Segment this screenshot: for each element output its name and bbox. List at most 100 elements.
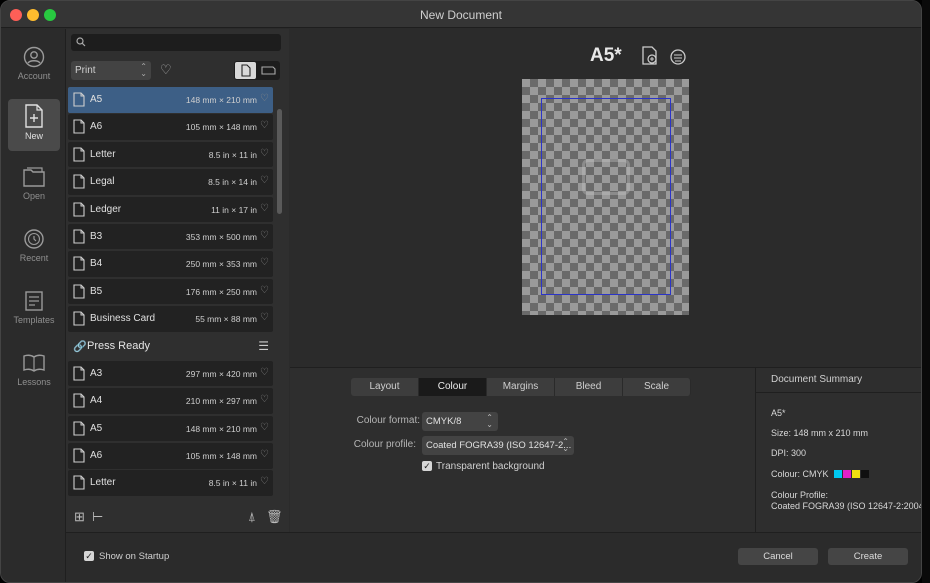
show-on-startup-label: Show on Startup <box>99 551 170 562</box>
colour-profile-value: Coated FOGRA39 (ISO 12647-2... <box>426 440 572 451</box>
document-icon <box>73 448 85 466</box>
list-item[interactable]: A4 210 mm × 297 mm ♡ <box>68 388 273 414</box>
heart-icon[interactable]: ♡ <box>260 120 269 131</box>
nav-item-templates[interactable]: Templates <box>8 285 60 337</box>
nav-item-lessons[interactable]: Lessons <box>8 347 60 399</box>
list-item[interactable]: B3 353 mm × 500 mm ♡ <box>68 223 273 250</box>
show-on-startup-checkbox[interactable]: ✓ <box>84 551 94 561</box>
heart-icon[interactable]: ♡ <box>260 449 269 460</box>
section-header-press-ready[interactable]: 🔗 Press Ready ☰ <box>68 333 273 360</box>
preset-name: A5 <box>90 422 103 434</box>
tab-margins[interactable]: Margins <box>487 378 555 396</box>
preset-dimensions: 8.5 in × 11 in <box>208 478 257 489</box>
list-item[interactable]: Ledger 11 in × 17 in ♡ <box>68 196 273 223</box>
heart-icon[interactable]: ♡ <box>260 93 269 104</box>
screen-edge <box>922 0 930 583</box>
nav-label-lessons: Lessons <box>17 377 51 387</box>
heart-icon[interactable]: ♡ <box>260 203 269 214</box>
orientation-toggle[interactable] <box>234 61 280 80</box>
heart-icon[interactable]: ♡ <box>260 476 269 487</box>
cancel-button[interactable]: Cancel <box>738 548 818 565</box>
favorites-filter-icon[interactable]: ♡ <box>160 62 172 78</box>
colour-swatch <box>852 470 860 478</box>
document-icon <box>73 284 85 302</box>
heart-icon[interactable]: ♡ <box>260 422 269 433</box>
heart-icon[interactable]: ♡ <box>260 367 269 378</box>
nav-item-recent[interactable]: Recent <box>8 223 60 275</box>
nav-item-account[interactable]: Account <box>8 41 60 93</box>
list-item[interactable]: A5 148 mm × 210 mm ♡ <box>68 415 273 442</box>
preset-dimensions: 55 mm × 88 mm <box>195 314 257 325</box>
landscape-button[interactable] <box>258 62 279 79</box>
create-button[interactable]: Create <box>828 548 908 565</box>
nav-label-new: New <box>24 131 43 141</box>
heart-icon[interactable]: ♡ <box>260 285 269 296</box>
preset-name: A6 <box>90 450 103 462</box>
document-preview: A5* <box>290 29 921 366</box>
settings-tabs: Layout Colour Margins Bleed Scale <box>351 378 691 396</box>
heart-icon[interactable]: ♡ <box>260 394 269 405</box>
tab-layout[interactable]: Layout <box>351 378 419 396</box>
list-item[interactable]: B5 176 mm × 250 mm ♡ <box>68 278 273 305</box>
list-item[interactable]: A6 105 mm × 148 mm ♡ <box>68 443 273 469</box>
list-item[interactable]: Legal 8.5 in × 14 in ♡ <box>68 169 273 195</box>
preset-name: B4 <box>90 258 103 270</box>
list-item[interactable]: B4 250 mm × 353 mm ♡ <box>68 251 273 277</box>
nav-label-open: Open <box>22 191 46 201</box>
delete-icon[interactable]: 🗑 <box>266 509 283 525</box>
transparent-background-checkbox[interactable]: ✓ <box>422 461 432 471</box>
colour-profile-select[interactable]: Coated FOGRA39 (ISO 12647-2... ⌃ ⌄ <box>422 436 574 455</box>
document-icon <box>73 229 85 247</box>
preset-list-panel: Print ⌃ ⌄ ♡ A5 148 mm × 210 mm ♡ A6 105 mm × … <box>66 29 289 532</box>
preset-name: Letter <box>90 477 116 489</box>
document-icon <box>73 311 85 329</box>
nav-label-recent: Recent <box>19 253 49 263</box>
preset-dimensions: 250 mm × 353 mm <box>185 259 257 270</box>
summary-dpi: DPI: 300 <box>771 448 807 458</box>
preset-name: Letter <box>90 148 116 160</box>
tab-scale[interactable]: Scale <box>623 378 691 396</box>
heart-icon[interactable]: ♡ <box>260 312 269 323</box>
search-input[interactable] <box>71 34 281 51</box>
add-category-icon[interactable]: ⊢ <box>92 509 103 525</box>
new-document-window: New Document Account New Open Recent Tem… <box>0 0 922 583</box>
category-select-value: Print <box>75 65 96 76</box>
heart-icon[interactable]: ♡ <box>260 175 269 186</box>
folder-icon <box>23 167 45 187</box>
summary-divider <box>756 392 921 393</box>
document-icon <box>73 119 85 137</box>
nav-item-open[interactable]: Open <box>8 161 60 213</box>
list-item[interactable]: Letter 8.5 in × 11 in ♡ <box>68 470 273 496</box>
summary-colour: Colour: CMYK <box>771 469 829 479</box>
category-select[interactable]: Print ⌃ ⌄ <box>71 61 151 80</box>
colour-format-value: CMYK/8 <box>426 416 462 427</box>
footer-bar: ✓ Show on Startup Cancel Create <box>66 532 921 582</box>
heart-icon[interactable]: ♡ <box>260 230 269 241</box>
preset-dimensions: 11 in × 17 in <box>211 204 257 215</box>
tab-bleed[interactable]: Bleed <box>555 378 623 396</box>
list-scrollbar[interactable] <box>277 109 282 214</box>
margin-guides <box>541 98 671 295</box>
nav-item-new[interactable]: New <box>8 99 60 151</box>
preset-dimensions: 105 mm × 148 mm <box>185 451 257 462</box>
document-icon <box>73 147 85 165</box>
list-item[interactable]: A6 105 mm × 148 mm ♡ <box>68 114 273 140</box>
preset-options-icon[interactable] <box>668 47 688 67</box>
portrait-button[interactable] <box>235 62 256 79</box>
add-preset-icon[interactable]: ⊞ <box>74 509 85 525</box>
menu-icon[interactable]: ☰ <box>258 339 269 353</box>
colour-format-select[interactable]: CMYK/8 ⌃ ⌄ <box>422 412 498 431</box>
heart-icon[interactable]: ♡ <box>260 257 269 268</box>
preset-dimensions: 8.5 in × 14 in <box>208 177 257 188</box>
colour-format-label: Colour format: <box>356 415 420 426</box>
list-item[interactable]: A5 148 mm × 210 mm ♡ <box>68 87 273 113</box>
save-preset-icon[interactable] <box>640 46 660 66</box>
manage-presets-icon[interactable]: ⍋ <box>248 509 256 525</box>
list-item[interactable]: Letter 8.5 in × 11 in ♡ <box>68 141 273 168</box>
list-item[interactable]: A3 297 mm × 420 mm ♡ <box>68 360 273 387</box>
list-item[interactable]: Business Card 55 mm × 88 mm ♡ <box>68 306 273 332</box>
heart-icon[interactable]: ♡ <box>260 148 269 159</box>
document-icon <box>73 256 85 274</box>
tab-colour[interactable]: Colour <box>419 378 487 396</box>
preset-name: Ledger <box>90 203 122 215</box>
